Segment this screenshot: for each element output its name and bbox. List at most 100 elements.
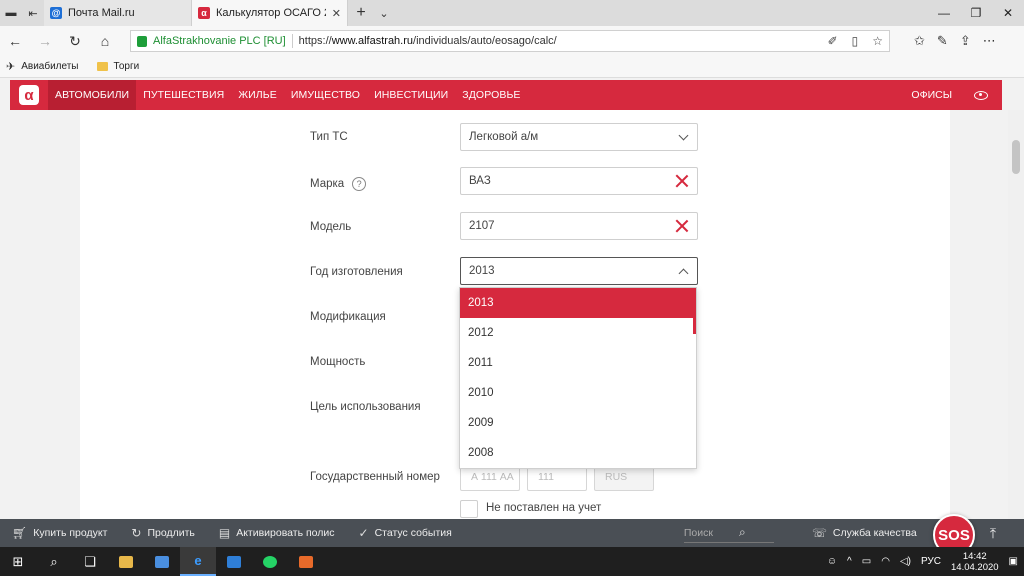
mail-favicon-icon: @ <box>50 7 62 19</box>
wifi-icon[interactable]: ◠ <box>881 556 890 567</box>
year-option[interactable]: 2009 <box>460 408 696 438</box>
nav-item-travel[interactable]: ПУТЕШЕСТВИЯ <box>136 80 231 110</box>
alfa-logo[interactable]: α <box>10 80 48 110</box>
year-option[interactable]: 2011 <box>460 348 696 378</box>
lock-icon <box>137 35 147 47</box>
year-option[interactable]: 2008 <box>460 438 696 468</box>
bookmark-label: Авиабилеты <box>21 61 79 72</box>
tab-actions-icon[interactable]: ▬ <box>0 0 22 26</box>
star-icon[interactable]: ☆ <box>872 34 883 48</box>
quality-service-button[interactable]: ☏ Служба качества <box>800 526 929 540</box>
network-icon[interactable]: ▭ <box>862 556 871 567</box>
dropdown-scrollbar[interactable] <box>693 288 696 334</box>
nav-item-cars[interactable]: АВТОМОБИЛИ <box>48 80 137 110</box>
favorites-icon[interactable]: ✩ <box>914 33 925 49</box>
vehicle-type-label: Тип ТС <box>310 131 348 143</box>
whatsapp-icon[interactable] <box>252 547 288 576</box>
folder-icon <box>96 62 108 71</box>
pen-icon[interactable]: ✎ <box>937 33 948 49</box>
clear-icon[interactable] <box>675 174 689 188</box>
clear-icon[interactable] <box>675 219 689 233</box>
share-icon[interactable]: ⇪ <box>960 33 971 49</box>
reading-view-icon[interactable]: ▯ <box>852 34 859 48</box>
bookmark-flights[interactable]: ✈ Авиабилеты <box>6 60 79 73</box>
year-dropdown-list: 2013 2012 2011 2010 2009 2008 <box>459 287 697 469</box>
people-icon[interactable]: ☺ <box>827 556 837 567</box>
tab-osago-calculator[interactable]: α Калькулятор ОСАГО 20 ✕ <box>192 0 348 26</box>
event-status-button[interactable]: ✓ Статус события <box>347 526 464 540</box>
clock[interactable]: 14:42 14.04.2020 <box>951 551 999 573</box>
close-window-icon[interactable]: ✕ <box>992 0 1024 26</box>
file-explorer-icon[interactable] <box>108 547 144 576</box>
nav-item-health[interactable]: ЗДОРОВЬЕ <box>455 80 527 110</box>
document-icon: ▤ <box>218 526 231 540</box>
notifications-icon[interactable]: ▣ <box>1009 556 1018 567</box>
browser-tab-strip: ▬ ⇤ @ Почта Mail.ru α Калькулятор ОСАГО … <box>0 0 1024 26</box>
eye-icon[interactable] <box>974 90 988 100</box>
tab-mail[interactable]: @ Почта Mail.ru <box>44 0 192 26</box>
year-label: Год изготовления <box>310 266 403 278</box>
edge-icon[interactable]: e <box>180 547 216 576</box>
alfa-favicon-icon: α <box>198 7 210 19</box>
refresh-icon[interactable]: ↻ <box>60 26 90 56</box>
search-icon[interactable]: ⌕ <box>739 525 746 540</box>
help-icon[interactable]: ? <box>352 177 367 191</box>
year-option[interactable]: 2010 <box>460 378 696 408</box>
search-input[interactable]: Поиск ⌕ <box>683 523 774 543</box>
windows-taskbar: ⊞ ⌕ ❏ e ☺ ^ ▭ ◠ ◁) РУС 14:42 14.04.2020 … <box>0 547 1024 576</box>
chevron-up-icon[interactable]: ^ <box>847 556 852 567</box>
read-aloud-icon[interactable]: ✐ <box>828 34 838 48</box>
volume-icon[interactable]: ◁) <box>900 556 911 567</box>
windows-start-icon[interactable]: ⊞ <box>0 547 36 576</box>
page-scrollbar[interactable] <box>1008 110 1024 519</box>
search-icon[interactable]: ⌕ <box>36 547 72 576</box>
vehicle-type-select[interactable]: Легковой а/м <box>460 123 698 151</box>
forward-icon[interactable]: → <box>30 26 60 56</box>
home-icon[interactable]: ⌂ <box>90 26 120 56</box>
year-select[interactable]: 2013 <box>460 257 698 285</box>
model-input[interactable]: 2107 <box>460 212 698 240</box>
year-option[interactable]: 2012 <box>460 318 696 348</box>
not-registered-checkbox[interactable] <box>460 500 478 518</box>
cart-icon: 🛒︎ <box>12 526 28 540</box>
check-circle-icon: ✓ <box>358 526 369 540</box>
tab-preview-icon[interactable]: ⇤ <box>22 0 44 26</box>
scroll-to-top-icon[interactable]: ⤒ <box>985 523 1001 543</box>
more-icon[interactable]: ⋯ <box>983 33 996 49</box>
bookmark-auctions[interactable]: Торги <box>96 61 139 72</box>
bookmarks-bar: ✈ Авиабилеты Торги <box>0 56 1024 78</box>
calculator-form: Тип ТС Легковой а/м Марка? ВАЗ Модель 21… <box>80 110 950 519</box>
power-label: Мощность <box>310 356 366 368</box>
chevron-down-icon[interactable]: ⌄ <box>374 0 394 26</box>
new-tab-button[interactable]: + <box>348 0 374 26</box>
address-bar-row: ← → ↻ ⌂ AlfaStrakhovanie PLC [RU] https:… <box>0 26 1024 56</box>
document-app-icon[interactable] <box>288 547 324 576</box>
activate-policy-button[interactable]: ▤ Активировать полис <box>207 526 347 540</box>
nav-item-housing[interactable]: ЖИЛЬЕ <box>231 80 284 110</box>
task-view-icon[interactable]: ❏ <box>72 547 108 576</box>
buy-product-button[interactable]: 🛒︎ Купить продукт <box>0 526 119 540</box>
modification-label: Модификация <box>310 311 386 323</box>
back-icon[interactable]: ← <box>0 26 30 56</box>
scrollbar-thumb[interactable] <box>1012 140 1020 174</box>
site-nav: α АВТОМОБИЛИ ПУТЕШЕСТВИЯ ЖИЛЬЕ ИМУЩЕСТВО… <box>10 80 1002 110</box>
certificate-name[interactable]: AlfaStrakhovanie PLC [RU] <box>153 35 286 47</box>
nav-item-property[interactable]: ИМУЩЕСТВО <box>284 80 367 110</box>
model-label: Модель <box>310 221 352 233</box>
brand-input[interactable]: ВАЗ <box>460 167 698 195</box>
nav-item-investments[interactable]: ИНВЕСТИЦИИ <box>367 80 455 110</box>
language-indicator[interactable]: РУС <box>921 556 941 567</box>
plane-icon: ✈ <box>6 61 16 73</box>
year-option[interactable]: 2013 <box>460 288 696 318</box>
mail-icon[interactable] <box>216 547 252 576</box>
minimize-icon[interactable]: — <box>928 0 960 26</box>
store-icon[interactable] <box>144 547 180 576</box>
headset-icon: ☏ <box>811 526 827 540</box>
restore-icon[interactable]: ❐ <box>960 0 992 26</box>
offices-link[interactable]: ОФИСЫ <box>911 89 952 101</box>
not-registered-label[interactable]: Не поставлен на учет <box>486 502 601 514</box>
brand-label: Марка? <box>310 177 367 191</box>
address-input[interactable]: AlfaStrakhovanie PLC [RU] https://www.al… <box>130 30 890 52</box>
extend-button[interactable]: ↻ Продлить <box>119 526 206 540</box>
close-tab-icon[interactable]: ✕ <box>332 7 341 20</box>
